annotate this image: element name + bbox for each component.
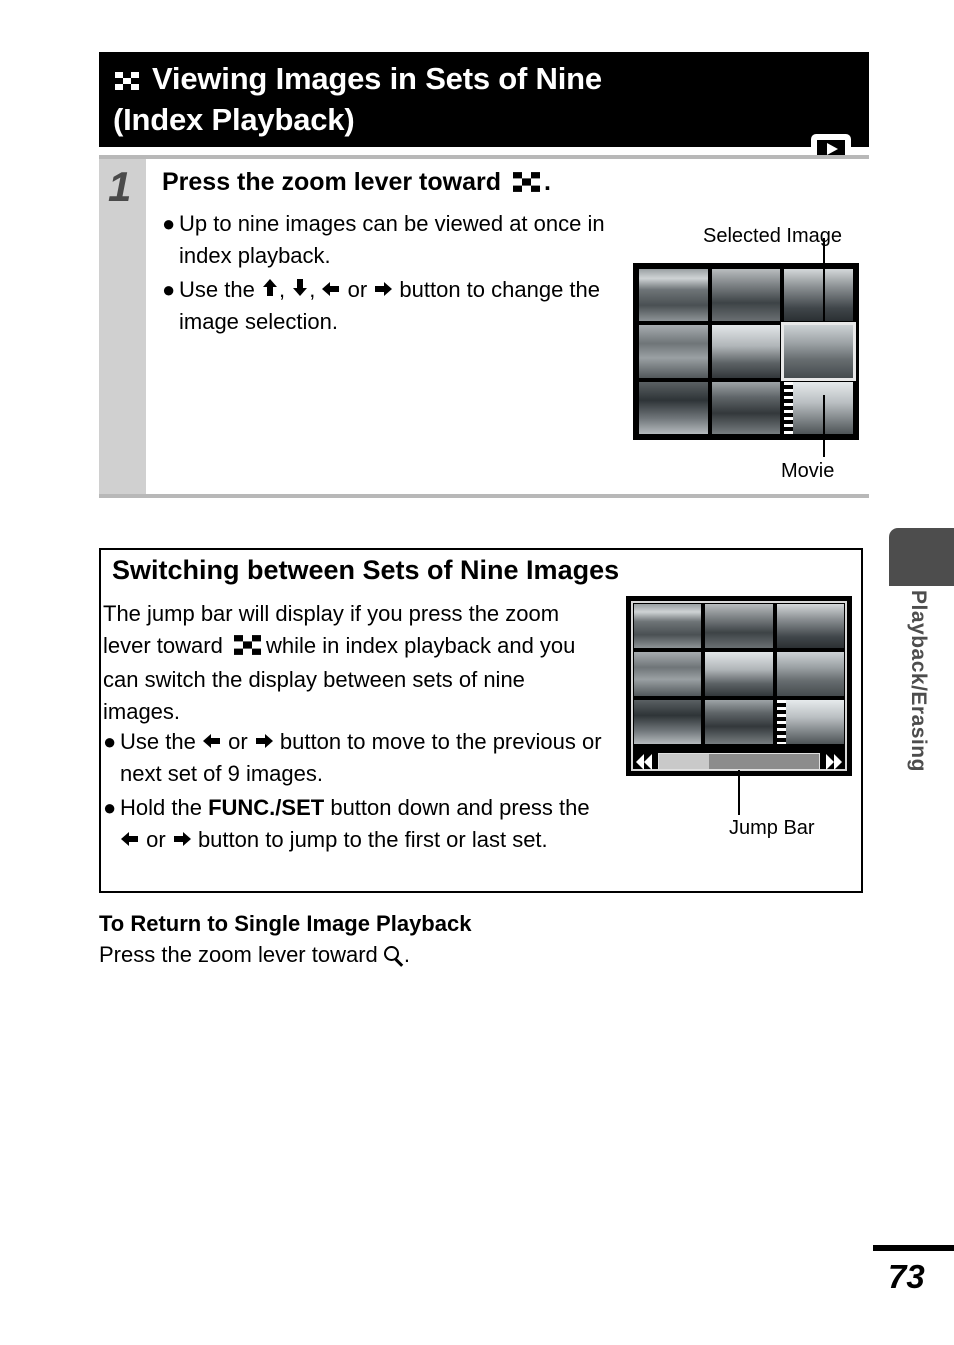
thumbnail-cell[interactable] — [711, 381, 781, 434]
movie-clip[interactable] — [784, 381, 853, 434]
step-divider-bottom — [99, 494, 869, 498]
callout-movie: Movie — [781, 460, 835, 482]
thumbnail-cell[interactable] — [784, 269, 853, 322]
list-item: ● Use the or button to move to the previ… — [103, 726, 603, 790]
callout-jump-bar: Jump Bar — [729, 817, 815, 839]
page-title-line2: (Index Playback) — [113, 102, 355, 137]
list-item-label: Use the or button to move to the previou… — [120, 726, 603, 790]
thumbnail-cell[interactable] — [634, 652, 702, 696]
bullet-prefix: Hold the — [120, 795, 202, 820]
step-1-heading-period: . — [543, 168, 551, 196]
right-arrow-icon — [254, 732, 274, 750]
index-playback-jumpbar-screen — [626, 596, 852, 776]
sep: , — [309, 277, 316, 302]
bullet-marker: ● — [103, 729, 117, 754]
down-arrow-icon — [291, 278, 309, 298]
thumbnail-cell[interactable] — [705, 652, 773, 696]
playback-mode-icon — [811, 134, 851, 164]
step-1-body: Press the zoom lever toward . ● Up to ni… — [162, 166, 632, 340]
switching-bullet-list: ● Use the or button to move to the previ… — [103, 726, 603, 858]
bullet-mid: button down and press the — [330, 795, 590, 820]
or-label: or — [228, 729, 248, 754]
bullet-prefix: Use the — [120, 729, 196, 754]
bullet-suffix: button to jump to the first or last set. — [197, 827, 548, 852]
bullet-marker: ● — [162, 211, 176, 236]
step-1-heading: Press the zoom lever toward . — [162, 166, 632, 200]
thumbnail-cell[interactable] — [705, 604, 773, 648]
page-number: 73 — [888, 1258, 925, 1295]
page-header: Viewing Images in Sets of Nine (Index Pl… — [99, 52, 869, 164]
thumbnail-cell[interactable] — [634, 700, 702, 744]
index-checkerboard-icon — [512, 168, 540, 200]
page-title-line1: Viewing Images in Sets of Nine — [152, 61, 602, 96]
thumbnail-cell[interactable] — [639, 269, 708, 322]
thumbnail-cell[interactable] — [639, 381, 708, 434]
footer-rule — [873, 1245, 954, 1251]
side-tab-marker-cap — [889, 556, 954, 586]
bullet-marker: ● — [162, 277, 176, 302]
double-right-arrow-icon[interactable] — [826, 753, 842, 770]
page-title: Viewing Images in Sets of Nine (Index Pl… — [113, 60, 813, 139]
list-item-label: Up to nine images can be viewed at once … — [179, 211, 605, 268]
switching-paragraph: The jump bar will display if you press t… — [103, 598, 593, 728]
index-playback-screen — [633, 263, 859, 440]
thumbnail-cell[interactable] — [711, 325, 781, 378]
left-arrow-icon — [202, 732, 222, 750]
func-set-button-label: FUNC./SET — [208, 795, 325, 820]
double-left-arrow-icon[interactable] — [636, 753, 652, 770]
movie-clip[interactable] — [776, 700, 844, 744]
list-item: ● Up to nine images can be viewed at onc… — [162, 208, 632, 272]
index-checkerboard-icon — [233, 632, 261, 664]
jump-bar[interactable] — [636, 753, 842, 770]
film-strip-icon — [776, 700, 786, 744]
thumbnail-cell[interactable] — [705, 700, 773, 744]
callout-leader-line — [823, 395, 825, 457]
bullet-prefix: Use the — [179, 277, 255, 302]
sep: or — [347, 277, 368, 302]
thumbnail-cell[interactable] — [711, 269, 781, 322]
step-number: 1 — [108, 163, 132, 210]
selected-image[interactable] — [781, 322, 856, 381]
list-item-label: Hold the FUNC./SET button down and press… — [120, 792, 603, 856]
right-arrow-icon — [373, 280, 393, 298]
callout-leader-line — [823, 238, 825, 338]
switching-heading: Switching between Sets of Nine Images — [112, 555, 620, 585]
return-instruction: Press the zoom lever toward . — [99, 942, 410, 968]
step-divider-top — [99, 155, 869, 159]
index-checkerboard-icon — [113, 63, 143, 101]
step-1-heading-text: Press the zoom lever toward — [162, 168, 502, 196]
return-heading: To Return to Single Image Playback — [99, 911, 472, 936]
side-tab-label: Playback/Erasing — [907, 590, 930, 772]
magnifier-icon — [383, 946, 404, 967]
list-item-label: Use the , , or button to change the imag… — [179, 274, 632, 338]
list-item: ● Hold the FUNC./SET button down and pre… — [103, 792, 603, 856]
or-label: or — [146, 827, 166, 852]
up-arrow-icon — [261, 278, 279, 298]
list-item: ● Use the , , or button to change the im… — [162, 274, 632, 338]
callout-leader-line — [738, 770, 740, 815]
left-arrow-icon — [321, 280, 341, 298]
callout-selected-image: Selected Image — [703, 225, 842, 247]
thumbnail-cell[interactable] — [639, 325, 708, 378]
thumbnail-cell[interactable] — [776, 604, 844, 648]
right-arrow-icon — [172, 830, 192, 848]
jump-bar-track[interactable] — [658, 753, 820, 770]
jump-bar-thumb[interactable] — [659, 754, 709, 769]
sep: , — [278, 277, 286, 302]
left-arrow-icon — [120, 830, 140, 848]
bullet-marker: ● — [103, 795, 117, 820]
thumbnail-cell[interactable] — [634, 604, 702, 648]
return-text-before: Press the zoom lever toward — [99, 942, 378, 967]
film-strip-icon — [784, 381, 794, 434]
thumbnail-cell[interactable] — [776, 652, 844, 696]
return-text-after: . — [403, 942, 411, 967]
